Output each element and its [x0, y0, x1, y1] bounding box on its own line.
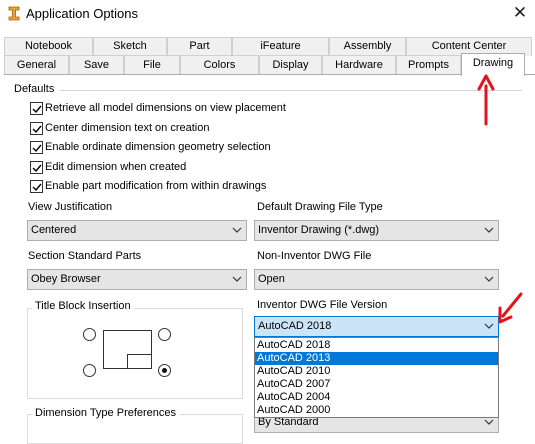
checkbox-checked-icon[interactable]	[30, 180, 43, 193]
inventor-dwg-file-version-label: Inventor DWG File Version	[257, 299, 388, 311]
dwg-version-dropdown-list: AutoCAD 2018 AutoCAD 2013 AutoCAD 2010 A…	[254, 337, 499, 418]
annotation-arrow-icon	[477, 74, 495, 126]
close-button[interactable]: ✕	[505, 0, 535, 28]
chevron-down-icon	[484, 276, 494, 282]
section-standard-parts-label: Section Standard Parts	[28, 250, 142, 262]
title-bar: Application Options ✕	[0, 0, 535, 30]
inventor-dwg-file-version-select[interactable]: AutoCAD 2018	[254, 316, 499, 337]
tab-colors[interactable]: Colors	[180, 55, 259, 75]
checkbox-checked-icon[interactable]	[30, 141, 43, 154]
dimension-type-preferences-title: Dimension Type Preferences	[32, 407, 180, 419]
title-block-corner-icon	[127, 354, 152, 369]
tab-general[interactable]: General	[4, 55, 69, 75]
chevron-down-icon	[484, 419, 494, 425]
section-standard-parts-select[interactable]: Obey Browser	[27, 269, 247, 290]
non-inventor-dwg-file-label: Non-Inventor DWG File	[257, 250, 372, 262]
select-value: Inventor Drawing (*.dwg)	[258, 224, 380, 236]
chevron-down-icon	[232, 227, 242, 233]
default-drawing-file-type-label: Default Drawing File Type	[257, 201, 383, 213]
title-block-insertion-title: Title Block Insertion	[32, 300, 134, 312]
radio-top-right[interactable]	[158, 328, 171, 341]
non-inventor-dwg-file-select[interactable]: Open	[254, 269, 499, 290]
window-title: Application Options	[26, 6, 139, 21]
select-value: Centered	[31, 224, 77, 236]
tab-file[interactable]: File	[124, 55, 180, 75]
dropdown-option[interactable]: AutoCAD 2000	[255, 404, 498, 417]
radio-selected-dot	[162, 368, 167, 373]
tab-ifeature[interactable]: iFeature	[232, 37, 329, 56]
dropdown-option[interactable]: AutoCAD 2007	[255, 378, 498, 391]
select-value: Open	[258, 273, 285, 285]
tab-part[interactable]: Part	[167, 37, 232, 56]
checkbox-checked-icon[interactable]	[30, 102, 43, 115]
view-justification-select[interactable]: Centered	[27, 220, 247, 241]
dropdown-option[interactable]: AutoCAD 2004	[255, 391, 498, 404]
tab-notebook[interactable]: Notebook	[4, 37, 93, 56]
checkbox-label: Edit dimension when created	[45, 161, 187, 173]
dropdown-option[interactable]: AutoCAD 2010	[255, 365, 498, 378]
checkbox-checked-icon[interactable]	[30, 161, 43, 174]
view-justification-label: View Justification	[28, 201, 113, 213]
tab-hardware[interactable]: Hardware	[322, 55, 396, 75]
tab-panel-border	[4, 74, 535, 75]
tab-save[interactable]: Save	[69, 55, 124, 75]
tab-drawing[interactable]: Drawing	[461, 53, 525, 76]
select-value: AutoCAD 2018	[258, 320, 332, 332]
select-value: Obey Browser	[31, 273, 101, 285]
radio-bottom-left[interactable]	[83, 364, 96, 377]
radio-bottom-right[interactable]	[158, 364, 171, 377]
inventor-app-icon	[8, 6, 20, 21]
dropdown-option[interactable]: AutoCAD 2018	[255, 339, 498, 352]
checkbox-label: Enable ordinate dimension geometry selec…	[45, 141, 271, 153]
checkbox-checked-icon[interactable]	[30, 122, 43, 135]
chevron-down-icon	[484, 227, 494, 233]
chevron-down-icon	[232, 276, 242, 282]
checkbox-label: Retrieve all model dimensions on view pl…	[45, 102, 286, 114]
radio-top-left[interactable]	[83, 328, 96, 341]
chevron-down-icon	[484, 323, 494, 329]
tab-prompts[interactable]: Prompts	[396, 55, 461, 75]
tab-display[interactable]: Display	[259, 55, 322, 75]
defaults-heading: Defaults	[14, 83, 55, 95]
checkbox-label: Enable part modification from within dra…	[45, 180, 267, 192]
defaults-divider	[60, 90, 522, 91]
default-drawing-file-type-select[interactable]: Inventor Drawing (*.dwg)	[254, 220, 499, 241]
tab-assembly[interactable]: Assembly	[329, 37, 406, 56]
dropdown-option-highlighted[interactable]: AutoCAD 2013	[255, 352, 498, 365]
annotation-arrow-icon	[498, 292, 523, 324]
checkbox-label: Center dimension text on creation	[45, 122, 210, 134]
tab-sketch[interactable]: Sketch	[93, 37, 167, 56]
